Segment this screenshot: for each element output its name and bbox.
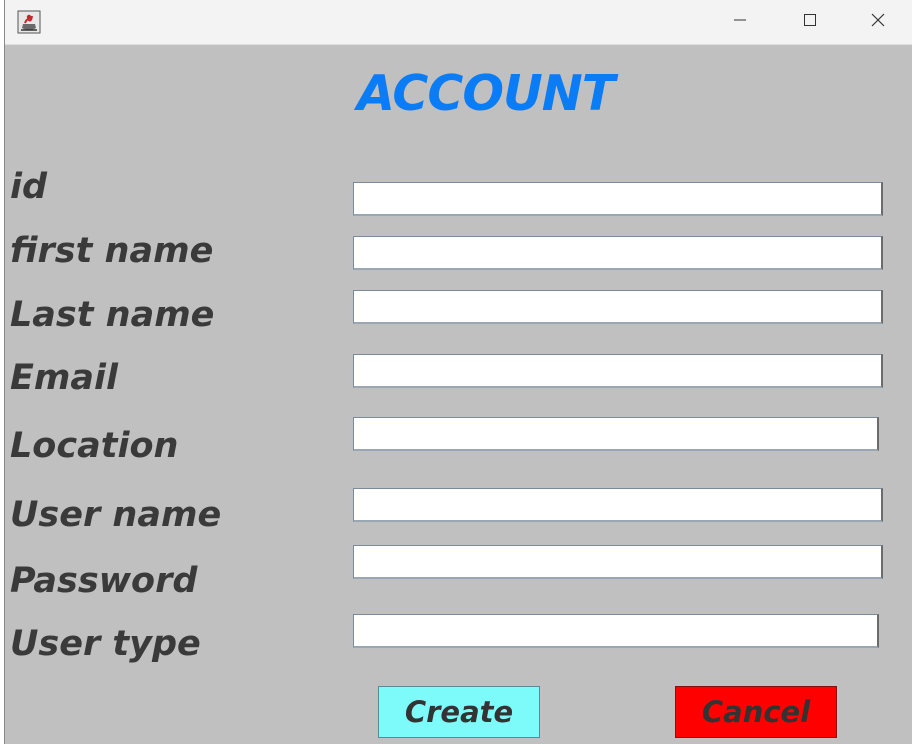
minimize-icon — [732, 12, 748, 33]
first-name-field[interactable] — [353, 236, 883, 270]
cancel-button[interactable]: Cancel — [675, 686, 837, 738]
user-name-field[interactable] — [353, 488, 883, 522]
email-label: Email — [10, 358, 118, 398]
location-label: Location — [10, 426, 179, 466]
first-name-label: first name — [10, 231, 214, 271]
user-name-label: User name — [10, 495, 222, 535]
user-type-label: User type — [10, 624, 201, 664]
maximize-icon — [802, 12, 818, 33]
maximize-button[interactable] — [775, 0, 845, 44]
account-window: ACCOUNT id first name Last name Email Lo… — [4, 0, 912, 744]
last-name-field[interactable] — [353, 290, 883, 324]
password-label: Password — [10, 561, 198, 601]
page-title: ACCOUNT — [357, 65, 615, 122]
close-button[interactable] — [843, 0, 912, 44]
title-bar[interactable] — [5, 0, 912, 45]
location-field[interactable] — [353, 417, 879, 451]
user-type-field[interactable] — [353, 614, 879, 648]
id-field[interactable] — [353, 182, 883, 216]
minimize-button[interactable] — [705, 0, 775, 44]
close-icon — [870, 12, 886, 33]
email-field[interactable] — [353, 354, 883, 388]
password-field[interactable] — [353, 545, 883, 579]
last-name-label: Last name — [10, 295, 215, 335]
java-cup-icon — [17, 10, 41, 34]
id-label: id — [10, 167, 48, 207]
create-button[interactable]: Create — [378, 686, 540, 738]
